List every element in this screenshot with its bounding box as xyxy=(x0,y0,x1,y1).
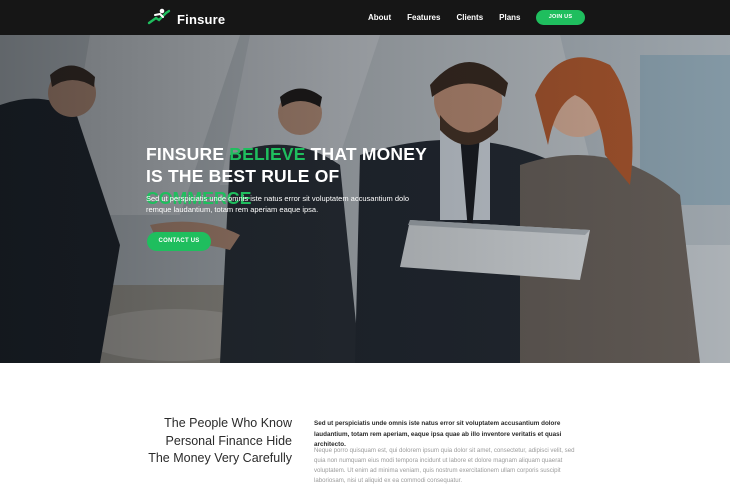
about-heading: The People Who Know Personal Finance Hid… xyxy=(148,416,292,465)
hero-title-text: THAT MONEY xyxy=(305,144,428,164)
brand-logo[interactable]: Finsure xyxy=(146,8,225,31)
nav-item-features[interactable]: Features xyxy=(407,13,440,22)
hero-section: FINSURE BELIEVE THAT MONEY IS THE BEST R… xyxy=(0,35,730,363)
nav-item-clients[interactable]: Clients xyxy=(456,13,483,22)
nav-item-about[interactable]: About xyxy=(368,13,391,22)
about-body-paragraph: Neque porro quisquam est, qui dolorem ip… xyxy=(314,447,575,484)
nav-item-plans[interactable]: Plans xyxy=(499,13,520,22)
runner-logo-icon xyxy=(146,8,172,31)
main-nav: About Features Clients Plans xyxy=(360,0,528,35)
contact-us-button[interactable]: CONTACT US xyxy=(147,232,211,251)
hero-title-accent: BELIEVE xyxy=(229,144,306,164)
join-us-button[interactable]: JOIN US xyxy=(536,10,585,25)
top-navbar: Finsure About Features Clients Plans JOI… xyxy=(0,0,730,35)
hero-title-text: IS THE BEST RULE OF xyxy=(146,166,340,186)
hero-subtitle: Sed ut perspiciatis unde omnis iste natu… xyxy=(146,194,410,214)
about-section: The People Who Know Personal Finance Hid… xyxy=(0,363,730,500)
hero-title-text: FINSURE xyxy=(146,144,230,164)
brand-name: Finsure xyxy=(177,12,226,27)
